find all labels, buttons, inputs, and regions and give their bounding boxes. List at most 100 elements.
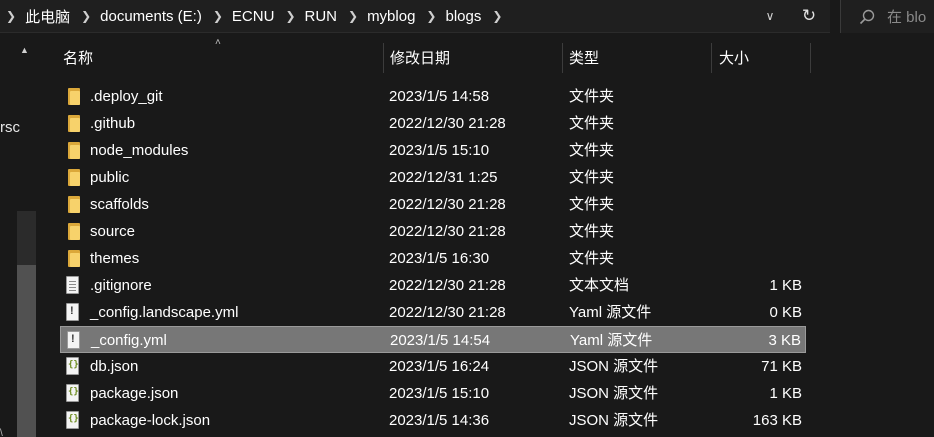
file-row[interactable]: {} package.json 2023/1/5 15:10 JSON 源文件 … bbox=[60, 380, 806, 407]
search-icon bbox=[859, 9, 875, 25]
file-row[interactable]: node_modules 2023/1/5 15:10 文件夹 bbox=[60, 137, 806, 164]
file-name: package.json bbox=[90, 385, 179, 402]
file-row[interactable]: {} db.json 2023/1/5 16:24 JSON 源文件 71 KB bbox=[60, 353, 806, 380]
yaml-file-icon: ! bbox=[67, 331, 81, 349]
file-type: 文件夹 bbox=[569, 250, 615, 267]
column-date[interactable]: 修改日期 bbox=[390, 43, 560, 72]
breadcrumb-item-run[interactable]: RUN bbox=[302, 0, 341, 33]
breadcrumb[interactable]: ❯ 此电脑 ❯ documents (E:) ❯ ECNU ❯ RUN ❯ my… bbox=[0, 0, 830, 33]
file-name: .gitignore bbox=[90, 277, 152, 294]
file-name: public bbox=[90, 169, 130, 186]
refresh-icon[interactable]: ↻ bbox=[796, 4, 822, 28]
folder-icon bbox=[68, 115, 80, 132]
file-type: 文件夹 bbox=[569, 88, 615, 105]
search-placeholder: 在 blo bbox=[887, 9, 927, 26]
breadcrumb-item-blogs[interactable]: blogs bbox=[442, 0, 484, 33]
breadcrumb-item-ecnu[interactable]: ECNU bbox=[229, 0, 278, 33]
column-divider[interactable] bbox=[711, 43, 712, 73]
column-label: 类型 bbox=[569, 50, 600, 67]
column-divider[interactable] bbox=[383, 43, 384, 73]
chevron-down-icon[interactable]: ∨ bbox=[758, 6, 782, 26]
folder-icon bbox=[68, 223, 80, 240]
file-row-selected[interactable]: ! _config.yml 2023/1/5 14:54 Yaml 源文件 3 … bbox=[60, 326, 806, 353]
file-type: 文件夹 bbox=[569, 196, 615, 213]
column-label: 大小 bbox=[719, 50, 750, 67]
breadcrumb-label: myblog bbox=[367, 7, 416, 25]
chevron-right-icon[interactable]: ❯ bbox=[340, 9, 364, 23]
file-date: 2022/12/30 21:28 bbox=[389, 223, 506, 240]
file-type: JSON 源文件 bbox=[569, 385, 659, 402]
file-type: 文件夹 bbox=[569, 169, 615, 186]
navigation-pane[interactable]: ▲ rsc \ bbox=[0, 33, 44, 437]
file-date: 2023/1/5 14:58 bbox=[389, 88, 490, 105]
folder-icon bbox=[68, 169, 80, 186]
file-name: package-lock.json bbox=[90, 412, 211, 429]
file-row[interactable]: .github 2022/12/30 21:28 文件夹 bbox=[60, 110, 806, 137]
folder-icon bbox=[68, 250, 80, 267]
file-row[interactable]: source 2022/12/30 21:28 文件夹 bbox=[60, 218, 806, 245]
file-row[interactable]: themes 2023/1/5 16:30 文件夹 bbox=[60, 245, 806, 272]
nav-item-label[interactable]: rsc bbox=[0, 119, 20, 136]
chevron-right-icon[interactable]: ❯ bbox=[73, 9, 97, 23]
file-date: 2022/12/31 1:25 bbox=[389, 169, 498, 186]
breadcrumb-item-this-pc[interactable]: 此电脑 bbox=[22, 0, 73, 33]
chevron-right-icon[interactable]: ❯ bbox=[484, 9, 508, 23]
file-date: 2023/1/5 15:10 bbox=[389, 385, 490, 402]
folder-icon bbox=[68, 196, 80, 213]
file-size: 71 KB bbox=[761, 358, 802, 375]
column-size[interactable]: 大小 bbox=[719, 43, 809, 72]
file-size: 0 KB bbox=[769, 304, 802, 321]
file-name: _config.yml bbox=[91, 332, 167, 349]
file-type: JSON 源文件 bbox=[569, 412, 659, 429]
breadcrumb-item-myblog[interactable]: myblog bbox=[364, 0, 418, 33]
folder-icon bbox=[68, 142, 80, 159]
chevron-right-icon[interactable]: ❯ bbox=[0, 9, 22, 23]
breadcrumb-label: blogs bbox=[445, 7, 482, 25]
file-size: 3 KB bbox=[768, 332, 801, 349]
file-date: 2022/12/30 21:28 bbox=[389, 115, 506, 132]
column-divider[interactable] bbox=[562, 43, 563, 73]
file-row[interactable]: public 2022/12/31 1:25 文件夹 bbox=[60, 164, 806, 191]
json-file-icon: {} bbox=[66, 384, 80, 402]
nav-scrollbar-thumb[interactable] bbox=[17, 265, 36, 437]
file-name: node_modules bbox=[90, 142, 189, 159]
file-date: 2022/12/30 21:28 bbox=[389, 277, 506, 294]
chevron-right-icon[interactable]: ❯ bbox=[277, 9, 301, 23]
column-header: ˄ 名称 修改日期 类型 大小 bbox=[44, 33, 934, 81]
file-size: 1 KB bbox=[769, 385, 802, 402]
column-label: 修改日期 bbox=[390, 50, 451, 67]
address-bar: ❯ 此电脑 ❯ documents (E:) ❯ ECNU ❯ RUN ❯ my… bbox=[0, 0, 934, 33]
column-name[interactable]: 名称 bbox=[63, 43, 383, 72]
file-name: db.json bbox=[90, 358, 139, 375]
chevron-right-icon[interactable]: ❯ bbox=[205, 9, 229, 23]
file-size: 163 KB bbox=[752, 412, 802, 429]
text-file-icon bbox=[66, 276, 80, 294]
breadcrumb-label: 此电脑 bbox=[25, 8, 71, 26]
file-row[interactable]: .deploy_git 2023/1/5 14:58 文件夹 bbox=[60, 83, 806, 110]
file-name: .deploy_git bbox=[90, 88, 163, 105]
file-name: source bbox=[90, 223, 136, 240]
nav-item-label[interactable]: \ bbox=[0, 428, 3, 437]
file-size: 1 KB bbox=[769, 277, 802, 294]
breadcrumb-label: ECNU bbox=[231, 7, 275, 25]
json-file-icon: {} bbox=[66, 357, 80, 375]
file-type: JSON 源文件 bbox=[569, 358, 659, 375]
file-row[interactable]: scaffolds 2022/12/30 21:28 文件夹 bbox=[60, 191, 806, 218]
scroll-up-icon[interactable]: ▲ bbox=[20, 45, 29, 55]
file-date: 2023/1/5 14:54 bbox=[390, 332, 491, 349]
file-row[interactable]: ! _config.landscape.yml 2022/12/30 21:28… bbox=[60, 299, 806, 326]
search-input[interactable]: 在 blo bbox=[840, 0, 934, 33]
column-divider[interactable] bbox=[810, 43, 811, 73]
file-type: Yaml 源文件 bbox=[569, 304, 652, 321]
column-label: 名称 bbox=[63, 50, 94, 67]
file-name: .github bbox=[90, 115, 136, 132]
file-date: 2023/1/5 15:10 bbox=[389, 142, 490, 159]
file-name: themes bbox=[90, 250, 140, 267]
file-row[interactable]: .gitignore 2022/12/30 21:28 文本文档 1 KB bbox=[60, 272, 806, 299]
file-row[interactable]: {} package-lock.json 2023/1/5 14:36 JSON… bbox=[60, 407, 806, 434]
breadcrumb-item-documents[interactable]: documents (E:) bbox=[97, 0, 205, 33]
column-type[interactable]: 类型 bbox=[569, 43, 709, 72]
chevron-right-icon[interactable]: ❯ bbox=[418, 9, 442, 23]
yaml-file-icon: ! bbox=[66, 303, 80, 321]
file-type: 文件夹 bbox=[569, 223, 615, 240]
